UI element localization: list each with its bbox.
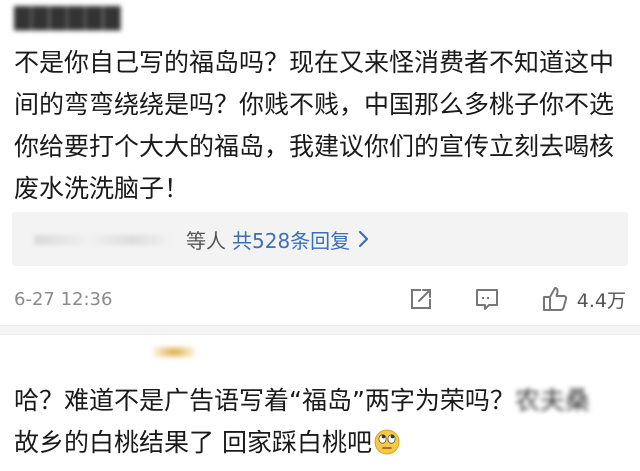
rolling-eyes-emoji-icon — [374, 426, 400, 455]
reply-count-link[interactable]: 共528条回复 — [232, 225, 350, 254]
chevron-right-icon[interactable] — [358, 229, 372, 249]
comment-text: 不是你自己写的福岛吗？现在又来怪消费者不知道这中间的弯弯绕绕是吗？你贱不贱，中国… — [14, 48, 615, 203]
comment-username[interactable]: ██████ — [14, 6, 122, 36]
comment2-text-blurred: 农夫桑 — [514, 386, 590, 415]
share-icon[interactable] — [407, 285, 435, 313]
thumbs-up-icon[interactable] — [541, 285, 569, 313]
comment-divider — [0, 325, 640, 335]
like-count: 4.4万 — [576, 289, 626, 312]
comment2-text-part2: 故乡的白桃结果了 回家踩白桃吧 — [14, 428, 372, 457]
like-button[interactable]: 4.4万 — [541, 285, 626, 313]
comment2-text-part1: 哈？难道不是广告语写着“福岛”两字为荣吗？ — [14, 386, 515, 415]
comment-timestamp: 6-27 12:36 — [14, 288, 113, 310]
comment-meta-row: 6-27 12:36 4.4万 — [14, 282, 626, 316]
comment-icon[interactable] — [473, 285, 501, 313]
reply-preview-box[interactable]: 等人 共528条回复 — [12, 212, 628, 266]
reply-suffix-label: 等人 — [186, 228, 226, 253]
reply-usernames-blurred[interactable] — [34, 229, 186, 249]
comment2-username-blurred[interactable] — [14, 340, 214, 364]
comment-actions: 4.4万 — [407, 285, 626, 313]
comment2-text: 哈？难道不是广告语写着“福岛”两字为荣吗？农夫桑 故乡的白桃结果了 回家踩白桃吧 — [14, 380, 626, 464]
